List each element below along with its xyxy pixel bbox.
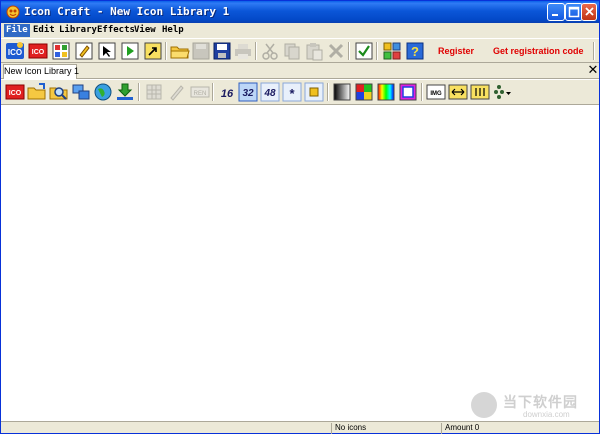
edit-icon[interactable] — [74, 41, 94, 61]
toolbar-separator — [255, 42, 257, 60]
size-square-icon[interactable] — [304, 82, 324, 102]
img-icon[interactable]: IMG — [426, 82, 446, 102]
minimize-button[interactable] — [547, 3, 565, 21]
resize-vertical-icon[interactable] — [470, 82, 490, 102]
arrow-tool-icon[interactable] — [97, 41, 117, 61]
settings-grid-icon[interactable] — [382, 41, 402, 61]
status-bar: No icons Amount 0 — [1, 421, 599, 434]
frame-icon[interactable] — [398, 82, 418, 102]
open-folder-icon[interactable] — [170, 41, 190, 61]
icon-library-canvas[interactable] — [1, 105, 599, 421]
svg-text:REN: REN — [194, 91, 207, 97]
edit-disabled-icon — [167, 82, 187, 102]
size-16-icon[interactable]: 16 — [217, 82, 237, 102]
watermark-text: 当下软件园 — [503, 394, 578, 410]
icon-craft-logo-icon[interactable]: ICO — [5, 41, 25, 61]
print-disabled-icon — [233, 41, 253, 61]
globe-icon[interactable] — [93, 82, 113, 102]
ico-icon[interactable]: icoICO — [5, 82, 25, 102]
menu-edit[interactable]: Edit — [31, 24, 57, 37]
save-icon[interactable] — [212, 41, 232, 61]
maximize-icon — [568, 6, 580, 18]
app-logo-icon — [6, 5, 20, 19]
close-button[interactable] — [581, 3, 597, 21]
rename-disabled-icon: REN — [190, 82, 210, 102]
watermark-url: downxia.com — [523, 410, 570, 419]
toolbar-separator — [327, 83, 329, 101]
get-registration-code-link[interactable]: Get registration code — [493, 46, 584, 56]
close-icon — [585, 7, 594, 16]
download-icon[interactable] — [115, 82, 135, 102]
menu-file[interactable]: File — [4, 24, 30, 37]
delete-disabled-icon — [326, 41, 346, 61]
menu-bar: File Edit Library Effects View Help — [1, 23, 599, 38]
register-link[interactable]: Register — [438, 46, 474, 56]
menu-view[interactable]: View — [132, 24, 158, 37]
toolbar-separator — [376, 42, 378, 60]
tab-new-icon-library-1[interactable]: New Icon Library 1 — [3, 64, 79, 79]
export-tool-icon[interactable] — [143, 41, 163, 61]
svg-text:ICO: ICO — [9, 90, 22, 97]
open-file-icon[interactable] — [27, 82, 47, 102]
cut-disabled-icon — [260, 41, 280, 61]
title-bar[interactable]: Icon Craft - New Icon Library 1 — [1, 1, 599, 23]
svg-text:?: ? — [411, 44, 419, 59]
main-toolbar: ICO ICO ? Register Get registration code — [1, 38, 599, 63]
grayscale-icon[interactable] — [332, 82, 352, 102]
svg-text:48: 48 — [263, 88, 276, 99]
help-icon[interactable]: ? — [405, 41, 425, 61]
toolbar-separator — [593, 42, 595, 60]
toolbar-separator — [165, 42, 167, 60]
spectrum-icon[interactable] — [376, 82, 396, 102]
toolbar-separator — [138, 83, 140, 101]
network-icon[interactable] — [71, 82, 91, 102]
svg-text:IMG: IMG — [430, 91, 442, 97]
window-title: Icon Craft - New Icon Library 1 — [24, 5, 230, 18]
app-window: Icon Craft - New Icon Library 1 File Edi… — [0, 0, 600, 434]
menu-effects[interactable]: Effects — [95, 24, 137, 37]
save-disabled-icon — [191, 41, 211, 61]
search-icon[interactable] — [49, 82, 69, 102]
toolbar-separator — [421, 83, 423, 101]
toolbar-separator — [348, 42, 350, 60]
svg-text:32: 32 — [242, 88, 254, 99]
new-gallery-icon[interactable] — [51, 41, 71, 61]
status-cell-main — [1, 423, 331, 434]
new-ico-icon[interactable]: ICO — [28, 41, 48, 61]
minimize-icon — [552, 14, 558, 16]
size-custom-icon[interactable]: * — [282, 82, 302, 102]
document-tab-strip: New Icon Library 1 ✕ — [1, 63, 599, 79]
check-icon[interactable] — [354, 41, 374, 61]
svg-text:16: 16 — [221, 88, 234, 100]
copy-disabled-icon — [282, 41, 302, 61]
paste-disabled-icon — [304, 41, 324, 61]
size-32-icon[interactable]: 32 — [238, 82, 258, 102]
svg-text:ICO: ICO — [32, 49, 45, 56]
color-palette-icon[interactable] — [354, 82, 374, 102]
grid-disabled-icon — [144, 82, 164, 102]
play-tool-icon[interactable] — [120, 41, 140, 61]
close-tab-icon[interactable]: ✕ — [587, 63, 599, 78]
status-icons: No icons — [331, 423, 439, 434]
svg-text:ICO: ICO — [8, 48, 22, 57]
menu-library[interactable]: Library — [57, 24, 99, 37]
effects-dropdown-icon[interactable] — [492, 82, 512, 102]
menu-help[interactable]: Help — [160, 24, 186, 37]
watermark-download-icon — [471, 392, 497, 418]
resize-horizontal-icon[interactable] — [448, 82, 468, 102]
status-amount: Amount 0 — [441, 423, 599, 434]
library-toolbar: icoICO REN 16 32 — [1, 79, 599, 105]
size-48-icon[interactable]: 48 — [260, 82, 280, 102]
toolbar-separator — [212, 83, 214, 101]
